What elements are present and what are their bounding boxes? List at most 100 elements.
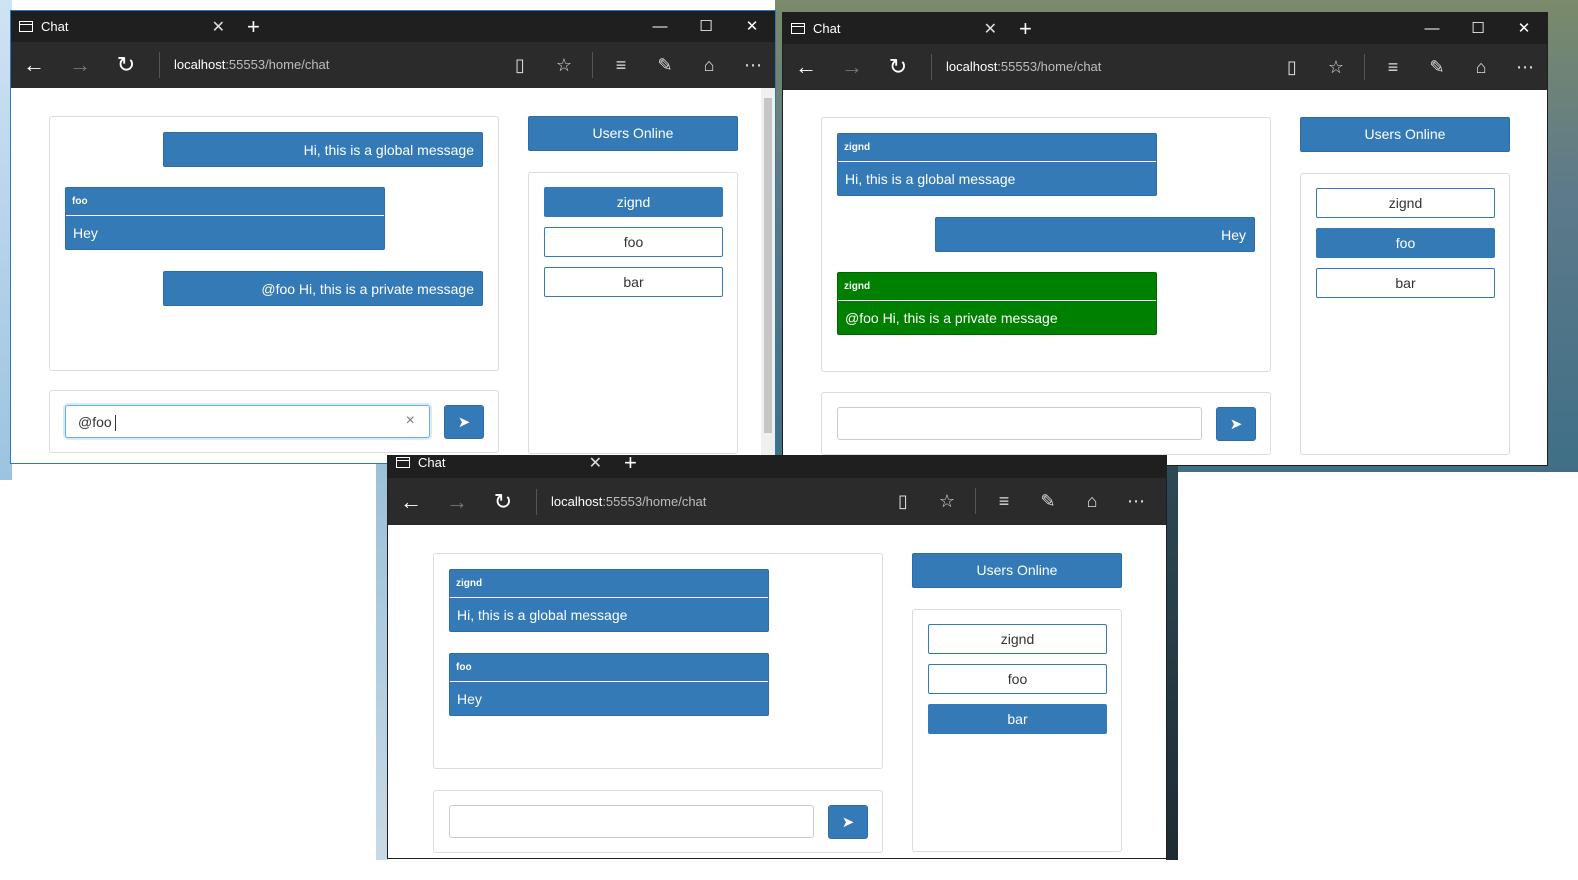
new-tab-icon[interactable]: + (247, 14, 260, 40)
input-panel: ➤ (821, 392, 1271, 455)
more-icon[interactable]: ⋯ (1114, 491, 1158, 512)
tab-page-icon (396, 457, 410, 468)
toolbar-divider (1364, 54, 1365, 80)
more-icon[interactable]: ⋯ (731, 55, 775, 76)
reading-view-icon[interactable]: ▯ (1270, 57, 1314, 78)
user-button-foo[interactable]: foo (544, 227, 723, 257)
url-path: :55553/home/chat (225, 57, 330, 72)
tab-chat[interactable]: Chat ✕ (11, 11, 233, 42)
user-button-zignd[interactable]: zignd (544, 187, 723, 217)
message-received: zignd Hi, this is a global message (449, 569, 769, 632)
message-author: foo (450, 654, 768, 682)
users-panel: zignd foo bar (912, 609, 1122, 852)
url-path: :55553/home/chat (997, 59, 1102, 74)
user-button-foo[interactable]: foo (928, 664, 1107, 694)
web-note-icon[interactable]: ✎ (1026, 491, 1070, 512)
hub-icon[interactable]: ≡ (599, 55, 643, 76)
close-tab-icon[interactable]: ✕ (984, 19, 997, 39)
forward-icon[interactable]: → (829, 44, 875, 90)
refresh-icon[interactable]: ↻ (103, 42, 149, 88)
favorite-star-icon[interactable]: ☆ (1314, 57, 1358, 78)
message-received: zignd Hi, this is a global message (837, 133, 1157, 196)
page-content: Hi, this is a global message foo Hey @fo… (11, 88, 775, 463)
forward-icon[interactable]: → (434, 479, 480, 525)
message-input-value: @foo (78, 414, 116, 432)
send-paper-plane-icon: ➤ (457, 414, 471, 431)
message-private: zignd @foo Hi, this is a private message (837, 272, 1157, 335)
back-icon[interactable]: ← (11, 42, 57, 88)
message-text: Hey (73, 225, 98, 241)
new-tab-icon[interactable]: + (624, 456, 637, 476)
favorite-star-icon[interactable]: ☆ (925, 491, 969, 512)
maximize-icon[interactable]: ☐ (1455, 13, 1501, 44)
browser-window-3: Chat ✕ + ← → ↻ localhost:55553/home/chat… (387, 455, 1167, 859)
user-button-bar[interactable]: bar (544, 267, 723, 297)
users-panel: zignd foo bar (1300, 173, 1510, 455)
browser-window-2: Chat ✕ + — ☐ ✕ ← → ↻ localhost:55553/hom… (782, 12, 1548, 466)
close-tab-icon[interactable]: ✕ (589, 456, 602, 473)
users-panel: zignd foo bar (528, 172, 738, 454)
web-note-icon[interactable]: ✎ (643, 55, 687, 76)
close-tab-icon[interactable]: ✕ (212, 17, 225, 37)
reading-view-icon[interactable]: ▯ (881, 491, 925, 512)
more-icon[interactable]: ⋯ (1503, 57, 1547, 78)
share-icon[interactable]: ⌂ (687, 55, 731, 76)
message-input[interactable]: @foo × (65, 405, 430, 438)
close-window-icon[interactable]: ✕ (1501, 13, 1547, 44)
back-icon[interactable]: ← (783, 44, 829, 90)
maximize-icon[interactable]: ☐ (683, 11, 729, 42)
hub-icon[interactable]: ≡ (1371, 57, 1415, 78)
users-online-header: Users Online (1300, 117, 1510, 152)
tab-title: Chat (418, 456, 446, 470)
refresh-icon[interactable]: ↻ (480, 479, 526, 525)
users-online-header: Users Online (528, 116, 738, 151)
address-bar[interactable]: localhost:55553/home/chat (536, 488, 707, 515)
message-input[interactable] (449, 805, 814, 838)
minimize-icon[interactable]: — (637, 11, 683, 42)
url-host: localhost (946, 59, 998, 74)
nav-bar: ← → ↻ localhost:55553/home/chat ▯ ☆ ≡ ✎ … (11, 42, 775, 88)
hub-icon[interactable]: ≡ (982, 491, 1026, 512)
send-button[interactable]: ➤ (444, 405, 484, 439)
url-host: localhost (551, 493, 603, 509)
message-text: Hi, this is a global message (303, 141, 474, 158)
send-button[interactable]: ➤ (828, 805, 868, 839)
tab-chat[interactable]: Chat ✕ (388, 456, 610, 478)
tab-page-icon (19, 21, 33, 32)
send-button[interactable]: ➤ (1216, 407, 1256, 441)
reading-view-icon[interactable]: ▯ (498, 55, 542, 76)
user-button-zignd[interactable]: zignd (928, 624, 1107, 654)
tab-bar: Chat ✕ + — ☐ ✕ (11, 11, 775, 42)
tab-chat[interactable]: Chat ✕ (783, 13, 1005, 44)
share-icon[interactable]: ⌂ (1459, 57, 1503, 78)
toolbar-divider (975, 488, 976, 514)
forward-icon[interactable]: → (57, 42, 103, 88)
address-bar[interactable]: localhost:55553/home/chat (159, 52, 329, 78)
minimize-icon[interactable]: — (1409, 13, 1455, 44)
user-button-bar[interactable]: bar (928, 704, 1107, 734)
message-text: @foo Hi, this is a private message (261, 280, 474, 297)
nav-tools: ▯ ☆ ≡ ✎ ⌂ ⋯ (498, 42, 775, 88)
message-input[interactable] (837, 407, 1202, 440)
user-button-zignd[interactable]: zignd (1316, 188, 1495, 218)
refresh-icon[interactable]: ↻ (875, 44, 921, 90)
scrollbar-thumb[interactable] (764, 98, 772, 433)
close-window-icon[interactable]: ✕ (729, 11, 775, 42)
nav-tools: ▯ ☆ ≡ ✎ ⌂ ⋯ (881, 478, 1158, 524)
back-icon[interactable]: ← (388, 479, 434, 525)
message-text: Hi, this is a global message (845, 171, 1016, 187)
url-path: :55553/home/chat (602, 493, 707, 509)
user-button-bar[interactable]: bar (1316, 268, 1495, 298)
tab-bar: Chat ✕ + — ☐ ✕ (783, 13, 1547, 44)
web-note-icon[interactable]: ✎ (1415, 57, 1459, 78)
message-received: foo Hey (449, 653, 769, 716)
user-button-foo[interactable]: foo (1316, 228, 1495, 258)
messages-panel: zignd Hi, this is a global message Hey z… (821, 117, 1271, 372)
new-tab-icon[interactable]: + (1019, 16, 1032, 42)
users-online-header: Users Online (912, 553, 1122, 588)
favorite-star-icon[interactable]: ☆ (542, 55, 586, 76)
share-icon[interactable]: ⌂ (1070, 491, 1114, 512)
clear-input-icon[interactable]: × (406, 412, 415, 430)
scrollbar[interactable] (761, 88, 775, 463)
address-bar[interactable]: localhost:55553/home/chat (931, 54, 1101, 80)
